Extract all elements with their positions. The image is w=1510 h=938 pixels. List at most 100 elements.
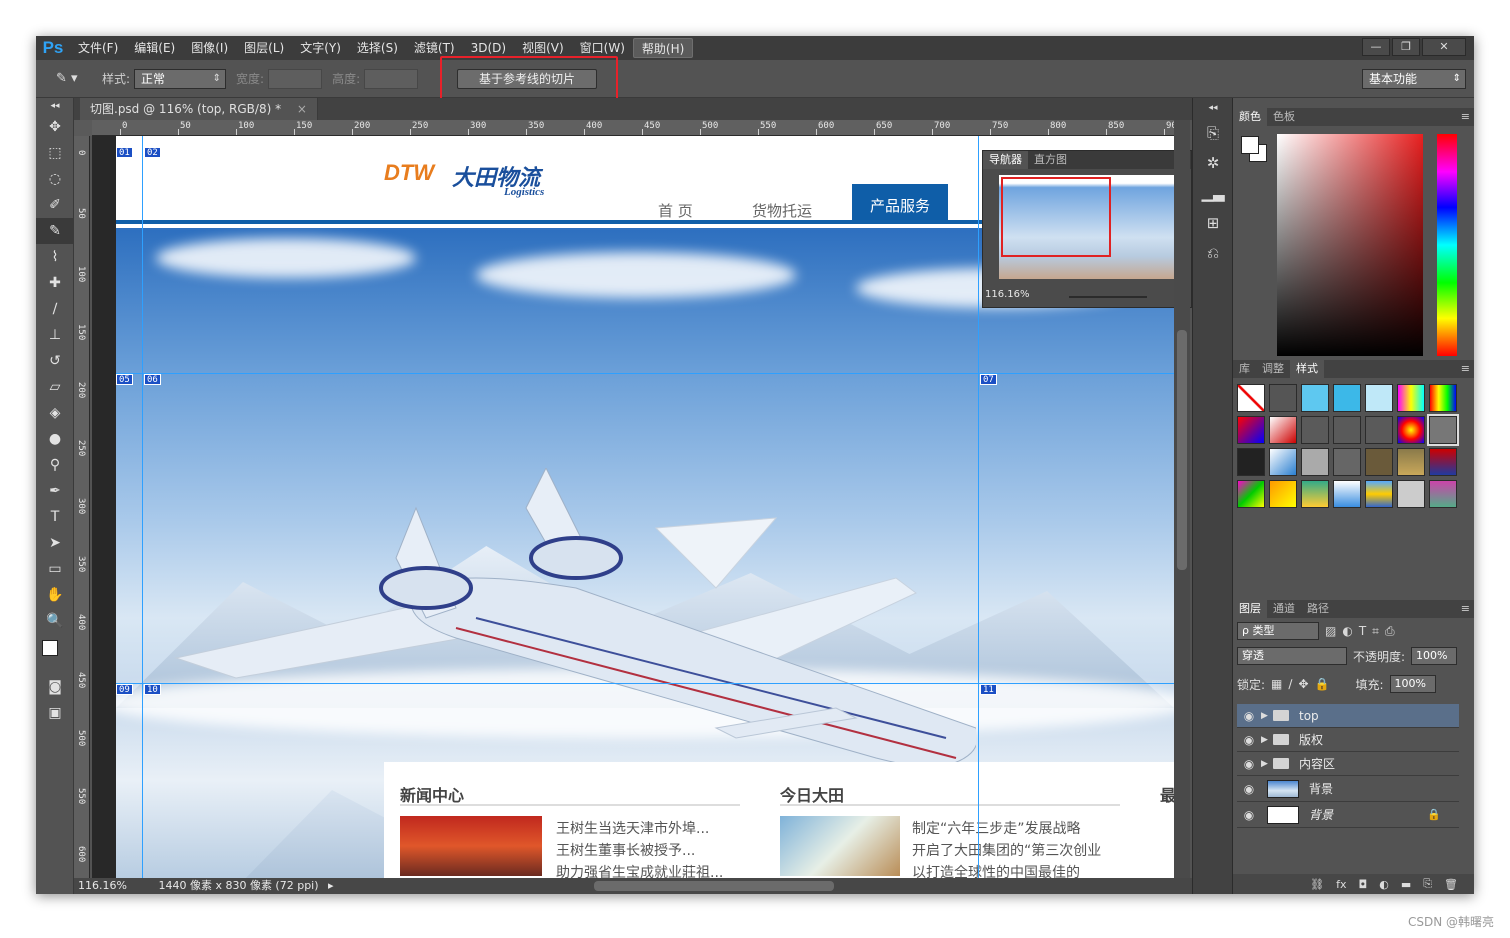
fx-icon[interactable]: fx (1336, 878, 1346, 891)
style-swatch[interactable] (1301, 448, 1329, 476)
guide-vertical[interactable] (978, 136, 979, 878)
slice-label[interactable]: 06 (144, 374, 161, 385)
menu-3d[interactable]: 3D(D) (463, 38, 514, 58)
foreground-color-swatch[interactable] (42, 640, 58, 656)
tab-paths[interactable]: 路径 (1301, 600, 1335, 618)
menu-view[interactable]: 视图(V) (514, 38, 572, 58)
style-swatch[interactable] (1237, 480, 1265, 508)
style-swatch[interactable] (1365, 384, 1393, 412)
restore-button[interactable]: ❐ (1392, 38, 1420, 56)
menu-window[interactable]: 窗口(W) (572, 38, 633, 58)
navigator-view-box[interactable] (1001, 177, 1111, 257)
visibility-eye-icon[interactable]: ◉ (1237, 733, 1261, 747)
new-layer-icon[interactable]: ⎘ (1423, 877, 1432, 891)
menu-edit[interactable]: 编辑(E) (126, 38, 183, 58)
style-swatch[interactable] (1237, 448, 1265, 476)
style-swatch[interactable] (1397, 480, 1425, 508)
eyedropper-tool-icon[interactable]: ⌇ (36, 244, 74, 270)
blur-tool-icon[interactable]: ● (36, 426, 74, 452)
status-menu-icon[interactable]: ▸ (328, 879, 334, 892)
visibility-eye-icon[interactable]: ◉ (1237, 709, 1261, 723)
fill-input[interactable]: 100% (1389, 675, 1436, 693)
panel-menu-icon[interactable]: ≡ (1461, 600, 1470, 618)
style-swatch[interactable] (1397, 448, 1425, 476)
histogram-icon[interactable]: ▁▃ (1193, 178, 1233, 208)
filter-smart-icon[interactable]: ⎙ (1385, 624, 1395, 639)
menu-type[interactable]: 文字(Y) (292, 38, 349, 58)
navigator-zoom-slider[interactable] (1069, 296, 1147, 298)
guide-horizontal[interactable] (116, 683, 1174, 684)
style-swatch[interactable] (1333, 480, 1361, 508)
filter-adjust-icon[interactable]: ◐ (1342, 624, 1352, 638)
info-icon[interactable]: ⊞ (1193, 208, 1233, 238)
type-tool-icon[interactable]: T (36, 504, 74, 530)
visibility-eye-icon[interactable]: ◉ (1237, 782, 1261, 796)
lock-position-icon[interactable]: ✥ (1298, 677, 1308, 691)
minimize-button[interactable]: — (1362, 38, 1390, 56)
path-select-tool-icon[interactable]: ➤ (36, 530, 74, 556)
style-swatch[interactable] (1301, 416, 1329, 444)
style-swatch[interactable] (1365, 480, 1393, 508)
style-swatch[interactable] (1429, 480, 1457, 508)
filter-type-icon[interactable]: T (1359, 624, 1366, 638)
tab-channels[interactable]: 通道 (1267, 600, 1301, 618)
hand-tool-icon[interactable]: ✋ (36, 582, 74, 608)
style-swatch[interactable] (1333, 384, 1361, 412)
document-tab[interactable]: 切图.psd @ 116% (top, RGB/8) * × (80, 98, 318, 120)
width-input[interactable] (268, 68, 323, 89)
rectangle-tool-icon[interactable]: ▭ (36, 556, 74, 582)
slice-label[interactable]: 01 (116, 147, 133, 158)
style-swatch[interactable] (1301, 384, 1329, 412)
healing-brush-tool-icon[interactable]: ✚ (36, 270, 74, 296)
blend-mode-select[interactable]: 穿透 (1237, 647, 1347, 665)
filter-shape-icon[interactable]: ⌗ (1372, 624, 1379, 639)
lock-transparent-icon[interactable]: ▦ (1271, 677, 1282, 691)
slice-label[interactable]: 07 (980, 374, 997, 385)
style-swatch[interactable] (1365, 448, 1393, 476)
layer-row[interactable]: ◉ ▶ 内容区 (1237, 752, 1459, 776)
filter-image-icon[interactable]: ▨ (1325, 624, 1336, 638)
height-input[interactable] (364, 68, 419, 89)
panel-menu-icon[interactable]: ≡ (1461, 108, 1470, 126)
collapse-icon[interactable]: ◂◂ (1193, 98, 1233, 118)
layer-row[interactable]: ◉ ▶ 版权 (1237, 728, 1459, 752)
layer-row[interactable]: ◉ 背景 (1237, 776, 1459, 802)
slice-label[interactable]: 05 (116, 374, 133, 385)
slice-label[interactable]: 02 (144, 147, 161, 158)
style-swatch[interactable] (1397, 384, 1425, 412)
tab-libraries[interactable]: 库 (1233, 360, 1256, 378)
horizontal-ruler[interactable]: 0 50 100 150 200 250 300 350 400 450 500 550 600 650 7… (92, 120, 1174, 136)
folder-icon[interactable]: ▬ (1401, 878, 1411, 891)
layer-row[interactable]: ◉ 背景 🔒 (1237, 802, 1459, 828)
history-icon[interactable]: ⎘ (1193, 118, 1233, 148)
color-picker-field[interactable] (1277, 134, 1423, 356)
lasso-tool-icon[interactable]: ◌ (36, 166, 74, 192)
tab-color[interactable]: 颜色 (1233, 108, 1267, 126)
expand-triangle-icon[interactable]: ▶ (1261, 711, 1273, 721)
menu-filter[interactable]: 滤镜(T) (406, 38, 463, 58)
tab-histogram[interactable]: 直方图 (1028, 151, 1073, 169)
status-zoom[interactable]: 116.16% (78, 879, 127, 892)
zoom-tool-icon[interactable]: 🔍 (36, 608, 74, 634)
eraser-tool-icon[interactable]: ▱ (36, 374, 74, 400)
vertical-ruler[interactable]: 0 50 100 150 200 250 300 350 400 450 500 550 600 (74, 136, 90, 878)
tab-styles[interactable]: 样式 (1290, 360, 1324, 378)
slice-label[interactable]: 10 (144, 684, 161, 695)
slice-label[interactable]: 09 (116, 684, 133, 695)
tab-adjustments[interactable]: 调整 (1256, 360, 1290, 378)
slice-tool-preset-icon[interactable]: ✎ ▾ (56, 68, 92, 90)
trash-icon[interactable]: 🗑 (1444, 878, 1458, 891)
style-swatch[interactable] (1427, 414, 1459, 446)
layer-row[interactable]: ◉ ▶ top (1237, 704, 1459, 728)
opacity-input[interactable]: 100% (1411, 647, 1458, 665)
layer-filter-select[interactable]: ρ 类型 (1237, 622, 1319, 640)
mask-icon[interactable]: ◘ (1359, 878, 1368, 891)
navigator-icon[interactable]: ✲ (1193, 148, 1233, 178)
brush-tool-icon[interactable]: ∕ (36, 296, 74, 322)
stamp-tool-icon[interactable]: ⊥ (36, 322, 74, 348)
menu-file[interactable]: 文件(F) (70, 38, 126, 58)
style-swatch[interactable] (1429, 384, 1457, 412)
navigator-zoom-value[interactable]: 116.16% (985, 289, 1030, 300)
style-swatch[interactable] (1269, 416, 1297, 444)
style-swatch[interactable] (1333, 448, 1361, 476)
